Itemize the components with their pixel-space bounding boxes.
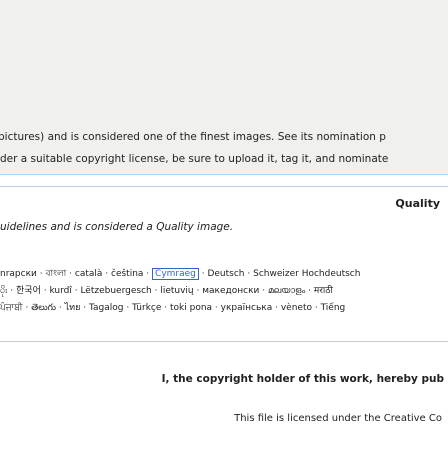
language-separator: ·	[193, 286, 203, 296]
language-link[interactable]: मराठी	[314, 286, 333, 296]
language-link[interactable]: Türkçe	[132, 303, 161, 313]
language-link[interactable]: తెలుగు	[31, 303, 56, 313]
language-row-2: ပိုး · 한국어 · kurdî · Lëtzebuergesch · li…	[0, 283, 448, 300]
license-holder-statement: I, the copyright holder of this work, he…	[161, 373, 444, 385]
language-link[interactable]: македонски	[202, 286, 259, 296]
featured-picture-notice: pictures) and is considered one of the f…	[0, 0, 448, 175]
language-separator: ·	[7, 286, 17, 296]
language-link[interactable]: 한국어	[16, 286, 41, 296]
language-link[interactable]: Cymraeg	[152, 268, 199, 280]
language-link[interactable]: മലയാളം	[268, 286, 305, 296]
language-separator: ·	[311, 303, 321, 313]
language-link[interactable]: Tagalog	[89, 303, 123, 313]
quality-image-notice: Quality uidelines and is considered a Qu…	[0, 186, 448, 341]
quality-title: Quality	[395, 197, 440, 210]
language-link[interactable]: kurdî	[49, 286, 71, 296]
language-separator: ·	[244, 269, 254, 279]
language-link[interactable]: Lëtzebuergesch	[80, 286, 151, 296]
language-separator: ·	[212, 303, 221, 313]
language-separator: ·	[56, 303, 65, 313]
language-link[interactable]: українська	[221, 303, 273, 313]
featured-notice-line-1: pictures) and is considered one of the f…	[0, 131, 386, 143]
quality-description: uidelines and is considered a Quality im…	[0, 221, 234, 233]
language-link[interactable]: vèneto	[281, 303, 312, 313]
language-row-3: ਪੰਜਾਬੀ · తెలుగు · ไทย · Tagalog · Türkçe…	[0, 300, 448, 317]
language-separator: ·	[161, 303, 171, 313]
language-link[interactable]: toki pona	[170, 303, 212, 313]
language-link[interactable]: Tiếng	[321, 303, 346, 313]
language-link[interactable]: ਪੰਜਾਬੀ	[0, 303, 23, 313]
language-row-1: nrapcки · বাংলা · català · čeština · Cym…	[0, 266, 448, 283]
section-spacer	[0, 175, 448, 185]
language-link[interactable]: català	[75, 269, 103, 279]
language-link[interactable]: বাংলা	[45, 269, 66, 279]
language-separator: ·	[22, 303, 32, 313]
featured-notice-line-2: der a suitable copyright license, be sur…	[0, 153, 389, 165]
language-separator: ·	[102, 269, 111, 279]
language-separator: ·	[259, 286, 268, 296]
language-separator: ·	[80, 303, 89, 313]
language-link[interactable]: Deutsch	[207, 269, 244, 279]
language-separator: ·	[272, 303, 281, 313]
license-statement: This file is licensed under the Creative…	[234, 413, 442, 424]
language-list: nrapcки · বাংলা · català · čeština · Cym…	[0, 266, 448, 317]
language-link[interactable]: lietuvių	[160, 286, 193, 296]
language-link[interactable]: nrapcки	[0, 269, 37, 279]
language-separator: ·	[305, 286, 314, 296]
language-link[interactable]: čeština	[111, 269, 143, 279]
language-link[interactable]: ไทย	[65, 303, 81, 313]
language-separator: ·	[66, 269, 75, 279]
license-notice: I, the copyright holder of this work, he…	[0, 341, 448, 449]
language-separator: ·	[123, 303, 133, 313]
language-separator: ·	[143, 269, 153, 279]
language-link[interactable]: Schweizer Hochdeutsch	[253, 269, 360, 279]
